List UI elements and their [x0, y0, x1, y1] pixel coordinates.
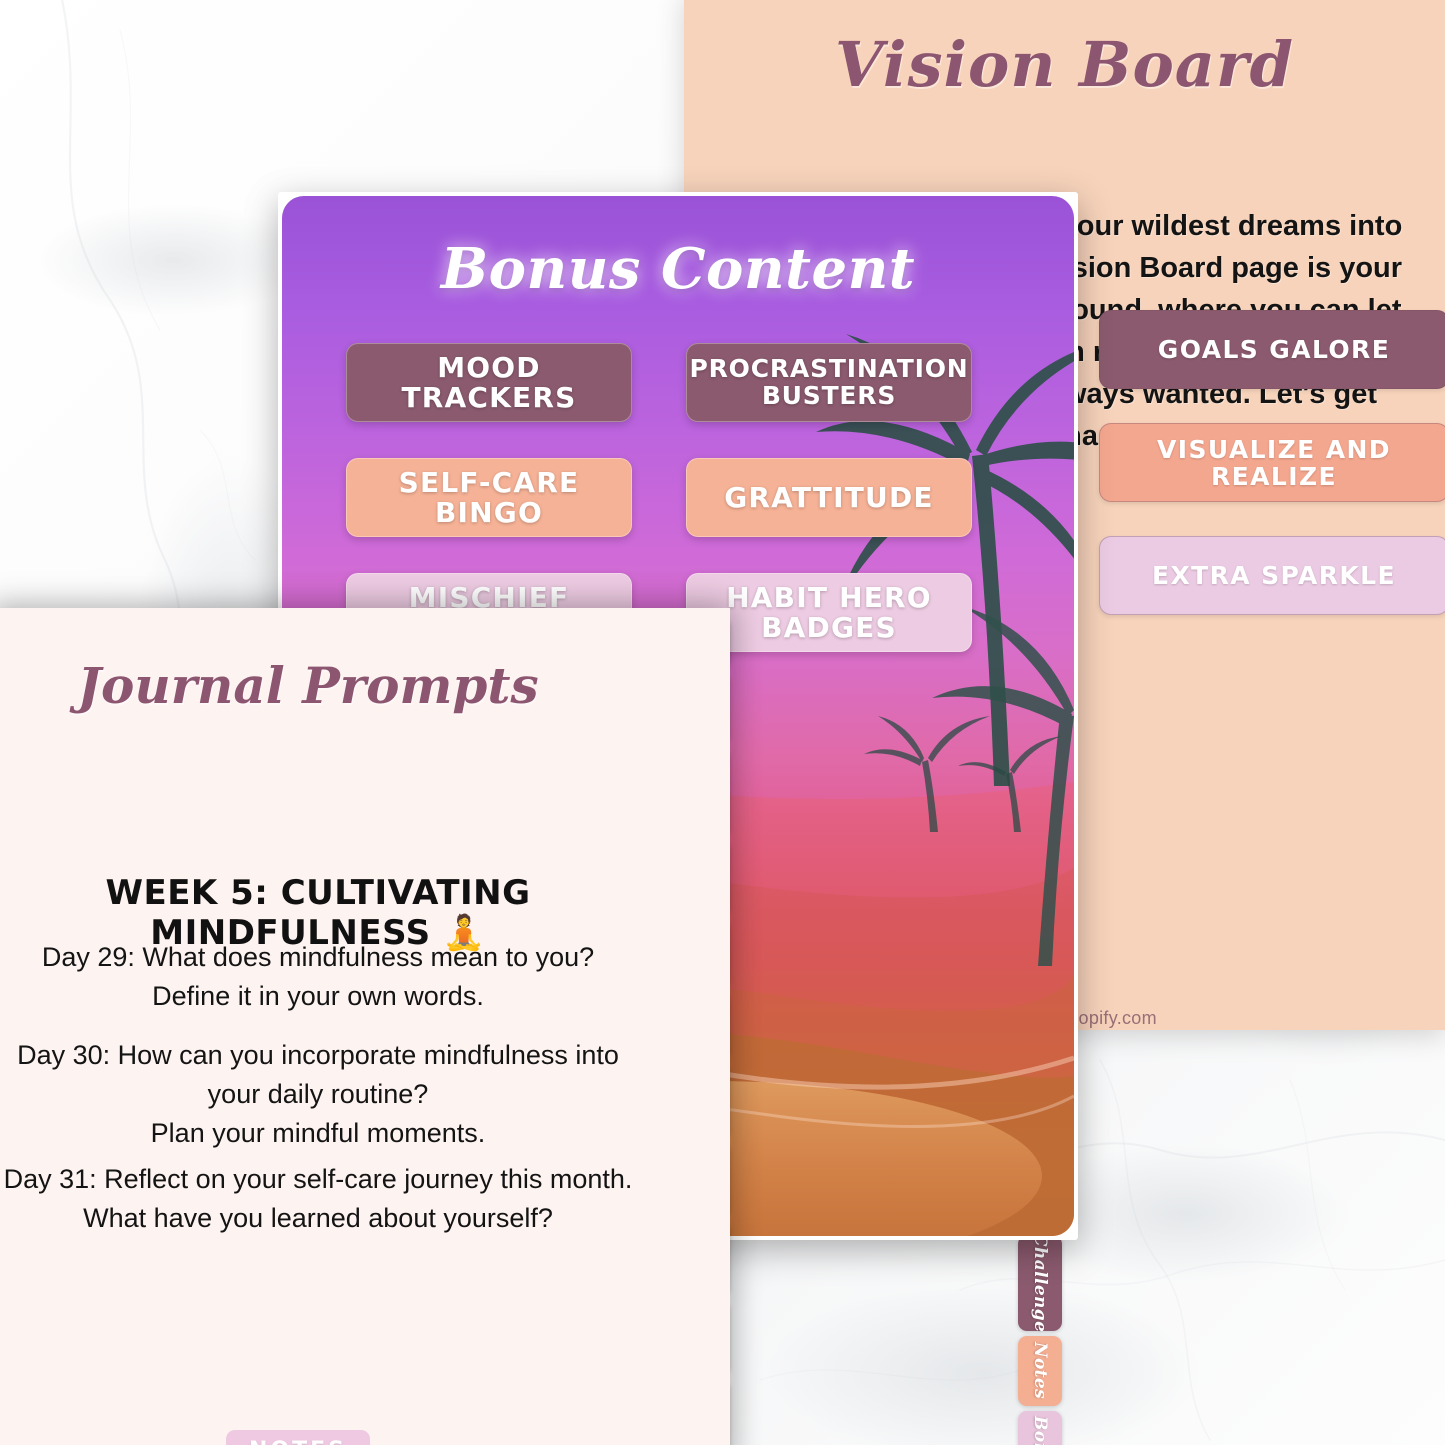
tab-label: Challenge [1030, 1233, 1050, 1333]
vision-button-1[interactable]: VISUALIZE AND REALIZE [1099, 423, 1445, 502]
vision-button-2[interactable]: EXTRA SPARKLE [1099, 536, 1445, 615]
tab-bonus[interactable]: Bonus [1018, 1411, 1062, 1445]
tab-notes[interactable]: Notes [1018, 1336, 1062, 1406]
bonus-button-right_buttons-0[interactable]: PROCRASTINATION BUSTERS [686, 343, 972, 422]
journal-entry-line: Plan your mindful moments. [150, 1117, 486, 1148]
journal-entry-line: Define it in your own words. [152, 980, 484, 1011]
bonus-button-right_buttons-1[interactable]: GRATTITUDE [686, 458, 972, 537]
vision-button-0[interactable]: GOALS GALORE [1099, 310, 1445, 389]
notes-chip[interactable]: NOTES [226, 1430, 370, 1445]
bonus-right-button-column: PROCRASTINATION BUSTERS GRATTITUDE HABIT H… [686, 343, 972, 652]
journal-entry-day30: Day 30: How can you incorporate mindfuln… [0, 1036, 648, 1153]
vision-board-button-group: GOALS GALORE VISUALIZE AND REALIZE EXTRA S… [1099, 310, 1445, 615]
journal-entry-day29: Day 29: What does mindfulness mean to yo… [0, 938, 648, 1016]
bonus-button-left_buttons-1[interactable]: SELF-CARE BINGO [346, 458, 632, 537]
journal-entry-line: Day 29: What does mindfulness mean to yo… [41, 942, 595, 972]
journal-prompts-page: Journal Prompts WEEK 5: CULTIVATING MIND… [0, 608, 730, 1445]
vision-board-title: Vision Board [835, 28, 1294, 101]
bonus-content-title: Bonus Content [440, 236, 916, 302]
tab-label: Notes [1030, 1342, 1050, 1400]
tab-challenge[interactable]: Challenge [1018, 1233, 1062, 1333]
bonus-button-left_buttons-0[interactable]: MOOD TRACKERS [346, 343, 632, 422]
journal-entry-line: What have you learned about yourself? [83, 1202, 553, 1233]
journal-prompts-title: Journal Prompts [77, 656, 539, 715]
notes-divider: NOTES [0, 1430, 650, 1445]
journal-entry-day31: Day 31: Reflect on your self-care journe… [0, 1160, 648, 1238]
journal-entry-line: Day 30: How can you incorporate mindfuln… [17, 1040, 619, 1109]
journal-entry-line: Day 31: Reflect on your self-care journe… [3, 1164, 633, 1194]
tab-label: Bonus [1030, 1416, 1050, 1445]
